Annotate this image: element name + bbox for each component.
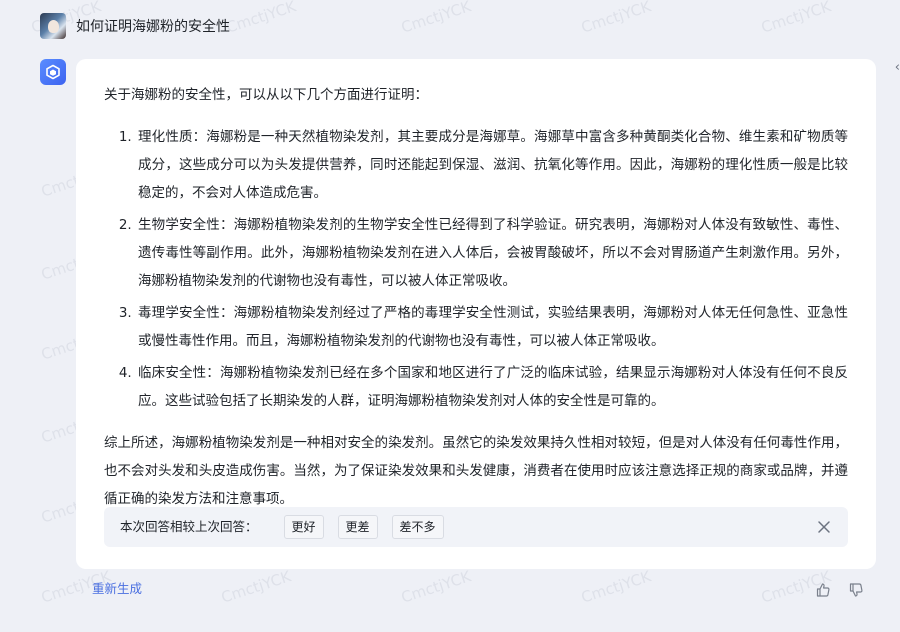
watermark-text: CmctjYCK xyxy=(578,0,654,37)
answer-points-list: 理化性质：海娜粉是一种天然植物染发剂，其主要成分是海娜草。海娜草中富含多种黄酮类… xyxy=(104,123,848,415)
watermark-text: CmctjYCK xyxy=(578,567,654,607)
feedback-bar: 本次回答相较上次回答： 更好 更差 差不多 xyxy=(104,507,848,547)
answer-intro: 关于海娜粉的安全性，可以从以下几个方面进行证明： xyxy=(104,87,428,103)
user-avatar xyxy=(40,13,66,39)
answer-point: 临床安全性：海娜粉植物染发剂已经在多个国家和地区进行了广泛的临床试验，结果显示海… xyxy=(136,359,848,415)
answer-summary: 综上所述，海娜粉植物染发剂是一种相对安全的染发剂。虽然它的染发效果持久性相对较短… xyxy=(104,435,848,507)
answer-point: 理化性质：海娜粉是一种天然植物染发剂，其主要成分是海娜草。海娜草中富含多种黄酮类… xyxy=(136,123,848,207)
thumbs-down-icon[interactable] xyxy=(848,582,864,598)
user-question-text: 如何证明海娜粉的安全性 xyxy=(76,19,230,35)
cube-icon xyxy=(46,64,60,80)
watermark-text: CmctjYCK xyxy=(398,567,474,607)
watermark-text: CmctjYCK xyxy=(398,0,474,37)
collapse-chevron-icon[interactable]: ‹ xyxy=(895,60,900,75)
answer-point: 毒理学安全性：海娜粉植物染发剂经过了严格的毒理学安全性测试，实验结果表明，海娜粉… xyxy=(136,299,848,355)
watermark-text: CmctjYCK xyxy=(218,567,294,607)
assistant-avatar-icon xyxy=(40,59,66,85)
feedback-worse-button[interactable]: 更差 xyxy=(337,515,378,539)
watermark-text: CmctjYCK xyxy=(223,0,299,37)
answer-point: 生物学安全性：海娜粉植物染发剂的生物学安全性已经得到了科学验证。研究表明，海娜粉… xyxy=(136,211,848,295)
close-icon[interactable] xyxy=(816,519,832,535)
thumbs-up-icon[interactable] xyxy=(815,582,831,598)
feedback-prompt: 本次回答相较上次回答： xyxy=(120,519,258,534)
feedback-better-button[interactable]: 更好 xyxy=(283,515,324,539)
regenerate-button[interactable]: 重新生成 xyxy=(92,578,142,597)
user-message: 如何证明海娜粉的安全性 xyxy=(40,13,230,39)
feedback-same-button[interactable]: 差不多 xyxy=(391,515,444,539)
chat-page: CmctjYCK CmctjYCK CmctjYCK CmctjYCK Cmct… xyxy=(0,0,900,632)
answer-card: 关于海娜粉的安全性，可以从以下几个方面进行证明： 理化性质：海娜粉是一种天然植物… xyxy=(76,59,876,569)
watermark-text: CmctjYCK xyxy=(758,0,834,37)
